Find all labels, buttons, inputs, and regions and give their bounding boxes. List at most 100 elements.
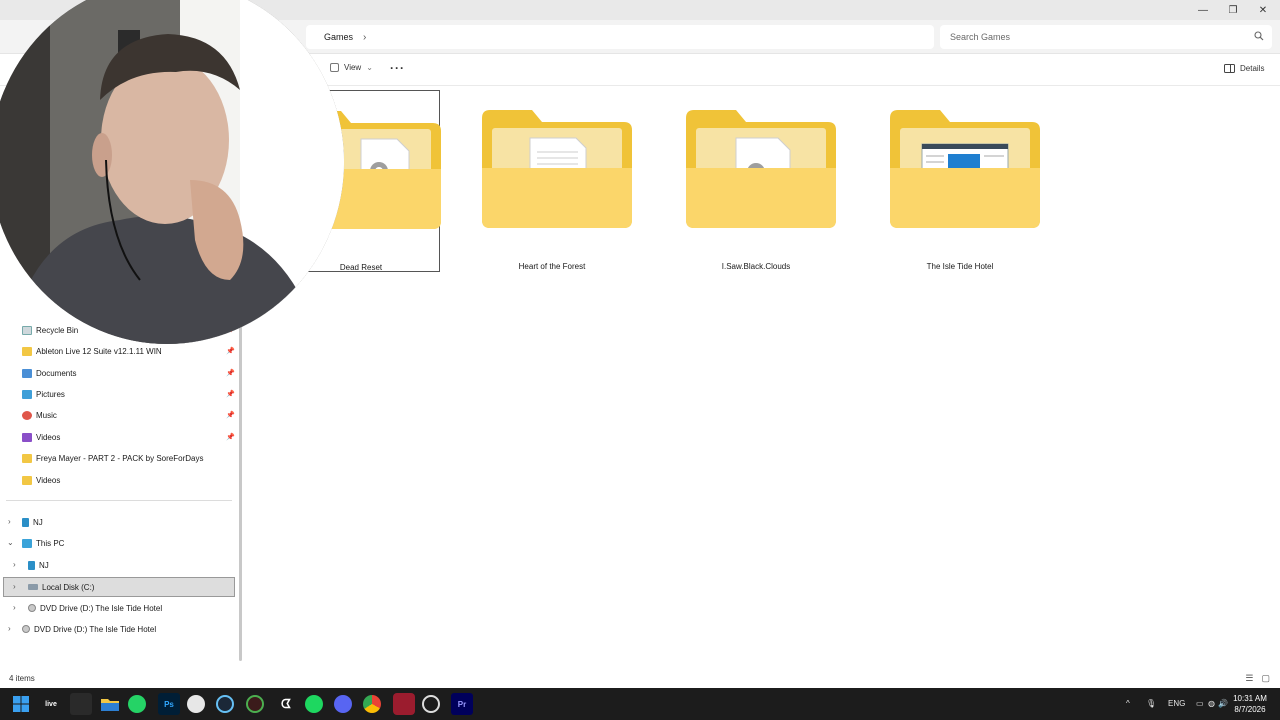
details-view-icon[interactable]: ☰ [1245,673,1253,684]
spotify-icon[interactable] [305,695,323,713]
expand-chevron-icon[interactable]: › [8,517,11,526]
capcut-icon[interactable]: ᗧ [275,693,297,715]
sidebar-item-label: NJ [33,517,43,527]
sidebar-item-label: Local Disk (C:) [42,582,95,592]
item-count: 4 items [9,674,35,683]
chrome-icon[interactable] [363,695,381,713]
sidebar-item-this-pc[interactable]: This PC [22,533,64,553]
folder-icon [22,346,32,356]
sidebar-item-freya-mayer[interactable]: Freya Mayer - PART 2 - PACK by SoreForDa… [22,448,203,468]
sidebar-item-pictures[interactable]: Pictures [22,384,65,404]
layout-toggle: ☰ ▢ [1245,673,1270,684]
view-button[interactable]: View ⌄ [330,63,373,72]
sidebar-item-music[interactable]: Music [22,405,57,425]
sidebar-item-label: Documents [36,368,77,378]
green-app-icon[interactable] [246,695,264,713]
expand-chevron-icon[interactable]: › [13,582,16,591]
sidebar-divider [6,500,232,501]
sidebar-item-label: DVD Drive (D:) The Isle Tide Hotel [40,603,163,613]
pin-icon: 📌 [226,412,235,419]
sidebar-item-local-disk[interactable]: Local Disk (C:) [28,577,94,597]
sidebar-item-label: NJ [39,560,49,570]
pc-icon [22,538,32,548]
breadcrumb-chevron-icon[interactable]: › [363,32,366,43]
search-icon [1254,31,1264,41]
sidebar-item-documents[interactable]: Documents [22,363,76,383]
microphone-icon[interactable]: 🎙 [1146,699,1156,708]
expand-chevron-icon[interactable]: › [13,560,16,569]
folder-name: The Isle Tide Hotel [926,262,994,271]
start-button[interactable] [10,693,32,715]
more-options-button[interactable]: ··· [390,61,405,75]
dvd-icon [28,604,36,612]
sidebar-item-label: This PC [36,538,65,548]
whatsapp-icon[interactable] [128,695,146,713]
blank-app-icon[interactable] [70,693,92,715]
display-icon[interactable]: ▭ [1196,699,1204,708]
sidebar-item-label: DVD Drive (D:) The Isle Tide Hotel [34,624,157,634]
status-bar: 4 items ☰ ▢ [0,668,1280,688]
folder-icon [22,475,32,485]
search-placeholder: Search Games [950,32,1011,42]
close-button[interactable]: ✕ [1248,0,1278,20]
language-indicator[interactable]: ENG [1168,699,1185,708]
sidebar-item-nj-under-pc[interactable]: NJ [28,555,49,575]
taskbar: live Ps ᗧ Pr ^ 🎙 ENG ▭ ◍ 🔊 10:31 AM 8/7/… [0,688,1280,720]
breadcrumb[interactable]: Games › [306,25,934,49]
sidebar-item-nj[interactable]: NJ [22,512,43,532]
sidebar-item-label: Ableton Live 12 Suite v12.1.11 WIN [36,346,162,356]
minimize-button[interactable]: — [1188,0,1218,20]
view-label: View [344,63,362,72]
pictures-icon [22,389,32,399]
sidebar-item-dvd-drive-root[interactable]: DVD Drive (D:) The Isle Tide Hotel [22,619,156,639]
sidebar-item-videos-pinned[interactable]: Videos [22,427,60,447]
browser-icon[interactable] [187,695,205,713]
folder-name: Heart of the Forest [518,262,586,271]
folder-item-i-saw-black-clouds[interactable]: I.Saw.Black.Clouds [676,90,836,272]
shield-app-icon[interactable] [393,693,415,715]
view-checkbox-icon [330,63,339,72]
sidebar-item-recycle-bin[interactable]: Recycle Bin [22,320,78,340]
expand-chevron-icon[interactable]: › [13,603,16,612]
maximize-button[interactable]: ❐ [1218,0,1248,20]
premiere-icon[interactable]: Pr [451,693,473,715]
breadcrumb-item-games[interactable]: Games [324,32,353,42]
documents-icon [22,368,32,378]
disk-icon [28,584,38,590]
details-label: Details [1240,64,1265,73]
details-pane-button[interactable]: Details [1224,64,1264,73]
expand-chevron-icon[interactable]: › [8,624,11,633]
clock[interactable]: 10:31 AM 8/7/2026 [1222,693,1278,715]
phone-icon [28,560,35,570]
windows-logo-icon [13,696,29,712]
folder-with-gear-document-icon [686,110,836,228]
chevron-down-icon: ⌄ [366,63,373,72]
dvd-icon [22,625,30,633]
folder-with-window-preview-icon [890,110,1040,228]
sidebar-item-dvd-drive[interactable]: DVD Drive (D:) The Isle Tide Hotel [28,598,162,618]
photoshop-icon[interactable]: Ps [158,693,180,715]
steam-icon[interactable] [216,695,234,713]
pin-icon: 📌 [226,391,235,398]
tiles-view-icon[interactable]: ▢ [1261,673,1270,684]
discord-icon[interactable] [334,695,352,713]
file-list: Dead Reset Heart of the Forest I.Saw.Bla… [242,86,1280,668]
pin-icon: 📌 [226,348,235,355]
file-explorer-icon[interactable] [99,693,121,715]
sidebar-item-label: Videos [36,475,61,485]
live-app-icon[interactable]: live [40,693,62,715]
network-icon[interactable]: ◍ [1208,699,1215,708]
clock-date: 8/7/2026 [1234,705,1266,714]
search-input[interactable]: Search Games [940,25,1272,49]
tray-overflow-chevron-icon[interactable]: ^ [1126,699,1130,708]
sidebar-item-label: Recycle Bin [36,325,79,335]
obs-icon[interactable] [422,695,440,713]
folder-item-the-isle-tide-hotel[interactable]: The Isle Tide Hotel [880,90,1040,272]
clock-time: 10:31 AM [1233,694,1267,703]
folder-name: I.Saw.Black.Clouds [721,262,791,271]
sidebar-item-label: Freya Mayer - PART 2 - PACK by SoreForDa… [36,453,204,463]
sidebar-item-ableton[interactable]: Ableton Live 12 Suite v12.1.11 WIN [22,341,162,361]
collapse-chevron-icon[interactable]: ⌄ [7,538,14,547]
sidebar-item-videos[interactable]: Videos [22,470,60,490]
folder-item-heart-of-the-forest[interactable]: Heart of the Forest [472,90,632,272]
